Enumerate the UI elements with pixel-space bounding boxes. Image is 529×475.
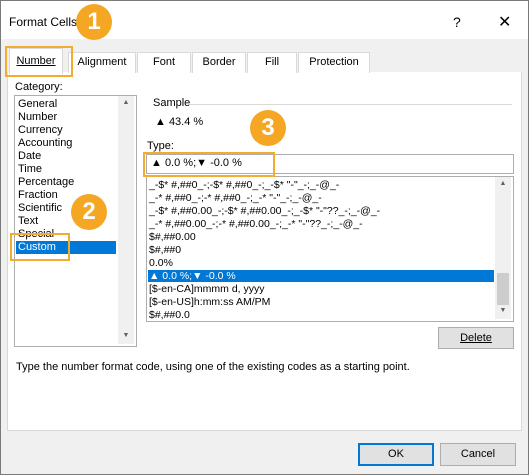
category-item-custom[interactable]: Custom	[16, 241, 116, 254]
scroll-down-icon[interactable]: ▼	[495, 307, 511, 314]
dialog-title: Format Cells	[9, 15, 78, 29]
help-button[interactable]: ?	[453, 14, 461, 30]
category-item-special[interactable]: Special	[18, 228, 54, 241]
type-input-value: ▲ 0.0 %;▼ -0.0 %	[151, 157, 242, 169]
type-input[interactable]: ▲ 0.0 %;▼ -0.0 %	[146, 154, 514, 174]
format-code-item[interactable]: _-* #,##0.00_-;-* #,##0.00_-;_-* "-"??_-…	[149, 218, 363, 230]
sample-divider	[190, 104, 512, 105]
tab-protection[interactable]: Protection	[298, 52, 370, 73]
category-item-text[interactable]: Text	[18, 215, 38, 228]
format-code-item[interactable]: [$-en-US]h:mm:ss AM/PM	[149, 296, 270, 308]
format-code-item[interactable]: _-* #,##0_-;-* #,##0_-;_-* "-"_-;_-@_-	[149, 192, 322, 204]
type-label: Type:	[147, 140, 174, 152]
ok-button[interactable]: OK	[358, 443, 434, 466]
close-button[interactable]: ✕	[498, 12, 511, 32]
category-scrollbar[interactable]: ▲ ▼	[118, 96, 134, 344]
description-text: Type the number format code, using one o…	[16, 361, 410, 373]
callout-badge-3: 3	[250, 110, 286, 146]
category-item-general[interactable]: General	[18, 98, 57, 111]
category-item-accounting[interactable]: Accounting	[18, 137, 72, 150]
sample-label: Sample	[153, 97, 191, 109]
delete-button[interactable]: Delete	[438, 327, 514, 349]
category-item-currency[interactable]: Currency	[18, 124, 63, 137]
format-code-item[interactable]: _-$* #,##0.00_-;-$* #,##0.00_-;_-$* "-"?…	[149, 205, 380, 217]
sample-value: ▲ 43.4 %	[155, 116, 204, 128]
scroll-down-icon[interactable]: ▼	[118, 332, 134, 339]
delete-button-label: Delete	[460, 332, 492, 344]
callout-badge-2: 2	[71, 194, 107, 230]
category-item-time[interactable]: Time	[18, 163, 42, 176]
category-item-scientific[interactable]: Scientific	[18, 202, 62, 215]
tab-number[interactable]: Number	[9, 48, 63, 74]
format-code-item[interactable]: [$-en-CA]mmmm d, yyyy	[149, 283, 265, 295]
scroll-up-icon[interactable]: ▲	[118, 99, 134, 106]
cancel-button[interactable]: Cancel	[440, 443, 516, 466]
tab-alignment[interactable]: Alignment	[68, 52, 136, 73]
scroll-up-icon[interactable]: ▲	[495, 180, 511, 187]
tab-fill[interactable]: Fill	[247, 52, 297, 73]
format-list-scrollbar[interactable]: ▲ ▼	[495, 177, 511, 319]
format-code-item[interactable]: $#,##0.0	[149, 309, 190, 321]
tab-border[interactable]: Border	[192, 52, 246, 73]
tab-number-label: Number	[16, 55, 56, 67]
format-code-list[interactable]: _-$* #,##0_-;-$* #,##0_-;_-$* "-"_-;_-@_…	[146, 176, 514, 322]
format-code-item-selected[interactable]: ▲ 0.0 %;▼ -0.0 %	[148, 270, 494, 282]
category-item-number[interactable]: Number	[18, 111, 57, 124]
category-label: Category:	[15, 81, 63, 93]
category-item-percentage[interactable]: Percentage	[18, 176, 74, 189]
tab-font[interactable]: Font	[137, 52, 191, 73]
format-code-item[interactable]: $#,##0.00	[149, 231, 196, 243]
category-item-fraction[interactable]: Fraction	[18, 189, 58, 202]
format-code-item[interactable]: 0.0%	[149, 257, 173, 269]
category-item-date[interactable]: Date	[18, 150, 41, 163]
callout-badge-1: 1	[76, 4, 112, 40]
format-code-item[interactable]: _-$* #,##0_-;-$* #,##0_-;_-$* "-"_-;_-@_…	[149, 179, 339, 191]
scroll-thumb[interactable]	[497, 273, 509, 305]
format-code-item[interactable]: $#,##0	[149, 244, 181, 256]
